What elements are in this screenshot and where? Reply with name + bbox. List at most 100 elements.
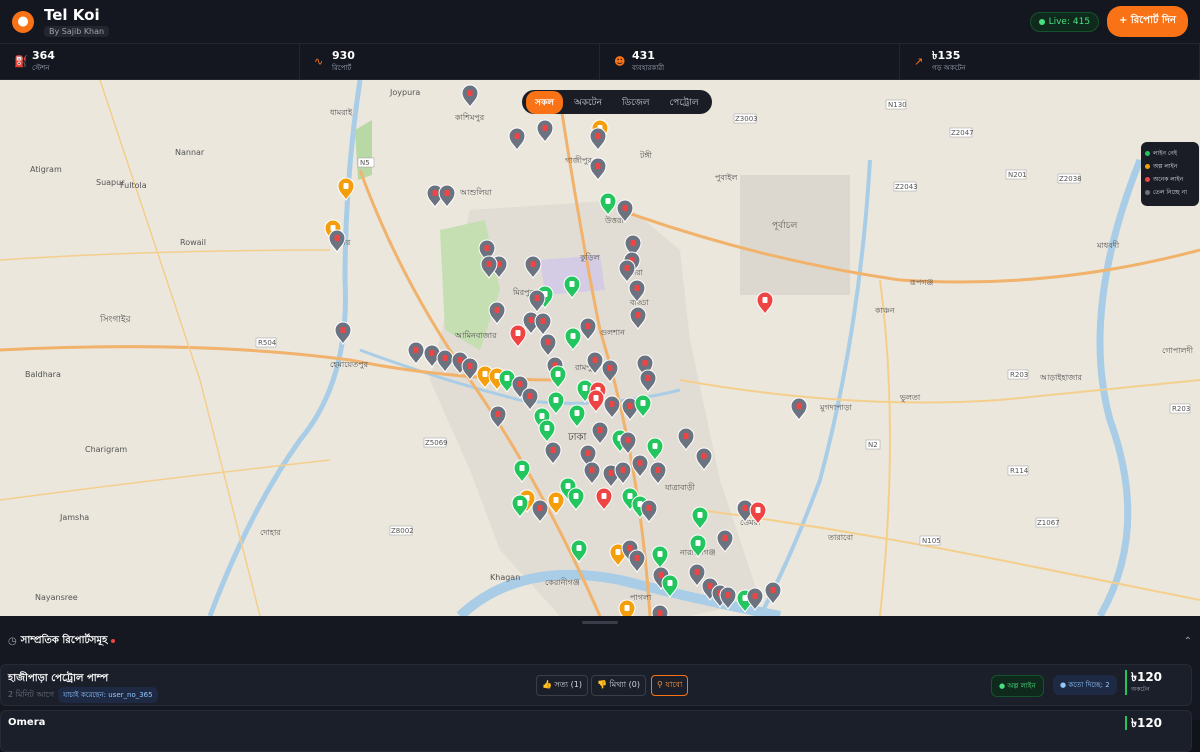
fuel-pump-icon bbox=[630, 240, 636, 246]
stat-stations: ⛽ 364 স্টেশন bbox=[0, 44, 300, 79]
fuel-pump-icon bbox=[593, 395, 599, 401]
station-marker[interactable] bbox=[407, 341, 425, 365]
fuel-pump-icon bbox=[762, 297, 768, 303]
navigate-button[interactable]: ⚲ যাবো bbox=[651, 675, 689, 696]
place-label: রূপগঞ্জ bbox=[909, 278, 933, 287]
place-label: Khagan bbox=[490, 573, 520, 582]
station-marker[interactable] bbox=[589, 157, 607, 181]
chevron-up-icon[interactable]: ⌃ bbox=[1184, 636, 1192, 647]
place-label: গোপালদী bbox=[1162, 345, 1194, 355]
station-name: হাজীপাড়া পেট্রোল পাম্প bbox=[8, 673, 109, 684]
road-label: R504 bbox=[258, 339, 277, 347]
live-red-dot-icon bbox=[111, 639, 116, 643]
fuel-pump-icon bbox=[515, 330, 521, 336]
map-canvas[interactable]: গাজীপুর ঢাকা সিংগাইর পূর্বাচল নারায়ণগঞ্… bbox=[0, 80, 1200, 616]
top-bar: ● Tel Koi By Sajib Khan Live: 415 + রিপো… bbox=[0, 0, 1200, 44]
stat-users: ☻ 431 ব্যবহারকারী bbox=[600, 44, 900, 79]
fuel-pump-icon bbox=[565, 483, 571, 489]
fuel-pump-icon bbox=[694, 569, 700, 575]
place-label: Nannar bbox=[175, 148, 205, 157]
clock-icon: ◷ bbox=[8, 635, 17, 647]
station-marker[interactable] bbox=[328, 229, 346, 253]
fuel-pump-icon bbox=[570, 333, 576, 339]
forest-area bbox=[355, 120, 372, 180]
station-marker[interactable] bbox=[461, 84, 479, 108]
report-card[interactable]: Omera ৳120 bbox=[0, 710, 1192, 752]
station-marker[interactable] bbox=[756, 291, 774, 315]
station-marker[interactable] bbox=[618, 599, 636, 616]
place-label: আড়াইহাজার bbox=[1039, 373, 1083, 382]
fuel-pump-icon bbox=[555, 371, 561, 377]
fuel-pump-icon bbox=[553, 497, 559, 503]
orange-dot-icon bbox=[1145, 164, 1150, 169]
fuel-pump-icon bbox=[595, 163, 601, 169]
fuel-pump-icon bbox=[615, 549, 621, 555]
place-label: পূর্বাচল bbox=[772, 220, 798, 231]
filter-octane[interactable]: অকটেন bbox=[565, 91, 611, 114]
fuel-pump-icon bbox=[609, 401, 615, 407]
place-label: মাধবদী bbox=[1096, 240, 1120, 250]
fuel-pump-icon bbox=[528, 317, 534, 323]
fuel-pump-icon bbox=[334, 235, 340, 241]
drag-handle[interactable] bbox=[582, 621, 618, 624]
fuel-pump-icon bbox=[486, 261, 492, 267]
fuel-pump-icon bbox=[637, 460, 643, 466]
fuel-pump-icon bbox=[634, 555, 640, 561]
place-label: কুড়িল bbox=[579, 253, 601, 262]
users-icon: ☻ bbox=[614, 55, 626, 68]
app-title: Tel Koi bbox=[44, 5, 100, 24]
station-marker[interactable] bbox=[536, 119, 554, 143]
fuel-pump-icon bbox=[605, 198, 611, 204]
fuel-pump-icon bbox=[442, 355, 448, 361]
filter-petrol[interactable]: পেট্রোল bbox=[661, 91, 708, 114]
stat-label: স্টেশন bbox=[32, 63, 50, 72]
report-button[interactable]: + রিপোর্ট দিন bbox=[1107, 6, 1188, 37]
filter-diesel[interactable]: ডিজেল bbox=[613, 91, 659, 114]
station-marker[interactable] bbox=[508, 127, 526, 151]
road-label: Z3003 bbox=[735, 115, 758, 123]
live-count: Live: 415 bbox=[1048, 16, 1091, 27]
fuel-pump-icon bbox=[701, 453, 707, 459]
fuel-pump-icon bbox=[655, 467, 661, 473]
filter-all[interactable]: সকল bbox=[526, 90, 563, 114]
legend-label: অল্প লাইন bbox=[1153, 163, 1178, 170]
fuel-pump-icon bbox=[494, 307, 500, 313]
amount-badge: ● কতো দিচ্ছে: 2 bbox=[1053, 675, 1117, 695]
station-marker[interactable] bbox=[790, 397, 808, 421]
station-marker[interactable] bbox=[438, 184, 456, 208]
station-marker[interactable] bbox=[651, 604, 669, 616]
station-marker[interactable] bbox=[337, 177, 355, 201]
legend-label: অনেক লাইন bbox=[1153, 176, 1184, 183]
verified-user-badge: যাচাই করেছেন: user_no_365 bbox=[58, 687, 158, 703]
place-label: Joypura bbox=[389, 88, 420, 97]
fuel-pump-icon bbox=[343, 183, 349, 189]
station-marker[interactable] bbox=[334, 321, 352, 345]
brand: Tel Koi By Sajib Khan bbox=[44, 5, 110, 37]
road bbox=[879, 279, 891, 616]
stat-label: রিপোর্ট bbox=[332, 63, 352, 72]
road-label: N2 bbox=[868, 441, 878, 449]
road-label: R114 bbox=[1010, 467, 1029, 475]
road-label: R203 bbox=[1172, 405, 1190, 413]
place-label: তারাবো bbox=[827, 533, 854, 542]
fuel-pump-icon bbox=[657, 551, 663, 557]
vote-false-button[interactable]: 👎 মিথ্যা (0) bbox=[591, 675, 646, 696]
place-label: দোহার bbox=[260, 528, 281, 537]
fuel-pump-icon bbox=[517, 500, 523, 506]
fuel-pump-icon bbox=[540, 318, 546, 324]
vote-true-button[interactable]: 👍 সত্য (1) bbox=[536, 675, 588, 696]
station-marker[interactable] bbox=[589, 127, 607, 151]
fuel-pump-icon bbox=[601, 493, 607, 499]
fuel-pump-icon bbox=[585, 323, 591, 329]
report-card[interactable]: হাজীপাড়া পেট্রোল পাম্প 2 মিনিট আগে যাচা… bbox=[0, 664, 1192, 706]
live-badge: Live: 415 bbox=[1029, 11, 1100, 32]
fuel-pump-icon bbox=[627, 493, 633, 499]
fuel-pump-icon bbox=[585, 450, 591, 456]
stat-label: ব্যবহারকারী bbox=[632, 63, 665, 72]
place-label: মুগদাপাড়া bbox=[819, 403, 853, 412]
legend-item: অল্প লাইন bbox=[1145, 160, 1195, 173]
price-block: ৳120 অকটেন bbox=[1125, 670, 1162, 695]
map-view[interactable]: গাজীপুর ঢাকা সিংগাইর পূর্বাচল নারায়ণগঞ্… bbox=[0, 80, 1200, 616]
gray-dot-icon bbox=[1145, 190, 1150, 195]
fuel-pump-icon bbox=[642, 360, 648, 366]
